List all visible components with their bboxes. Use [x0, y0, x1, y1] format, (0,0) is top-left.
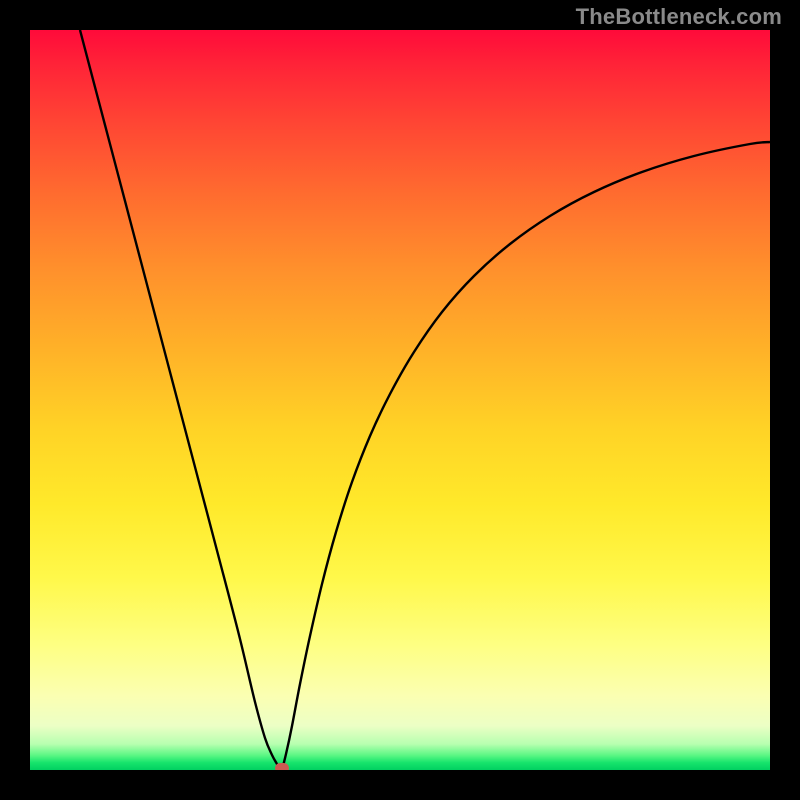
watermark-label: TheBottleneck.com [576, 4, 782, 30]
curve-right-branch [282, 142, 770, 770]
chart-frame: TheBottleneck.com [0, 0, 800, 800]
plot-area [30, 30, 770, 770]
bottleneck-curve [30, 30, 770, 770]
curve-left-branch [80, 30, 282, 770]
minimum-marker-icon [275, 763, 289, 770]
